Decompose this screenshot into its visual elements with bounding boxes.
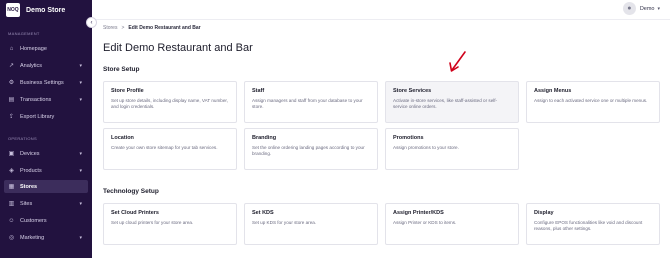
card-title: Promotions	[393, 135, 424, 141]
card-description: Set up store details, including display …	[111, 98, 228, 109]
staff-card[interactable]: Staff Assign managers and staff from you…	[244, 81, 378, 123]
card-description: Set up KDS for your store area.	[252, 220, 317, 225]
app-root: NOQ Demo Store MANAGEMENT ⌂ Homepage ↗ A…	[0, 0, 670, 258]
card-title: Set Cloud Printers	[111, 210, 159, 216]
card-title: Store Profile	[111, 88, 144, 94]
sidebar-item-transactions[interactable]: ▤ Transactions ▾	[4, 93, 88, 106]
transactions-icon: ▤	[8, 97, 15, 103]
card-description: Set up cloud printers for your store are…	[111, 220, 194, 225]
card-title: Staff	[252, 88, 265, 94]
card-title: Location	[111, 135, 134, 141]
sidebar-item-devices[interactable]: ▣ Devices ▾	[4, 147, 88, 160]
card-description: Assign Printer or KDS to items.	[393, 220, 457, 225]
management-label: MANAGEMENT	[8, 31, 40, 36]
location-card[interactable]: Location Create your own store sitemap f…	[103, 128, 237, 170]
card-description: Assign to each activated service one or …	[534, 98, 648, 103]
card-description: Configure EPOS functionalities like void…	[534, 220, 643, 231]
chevron-left-icon: ‹	[90, 19, 93, 26]
card-description: Assign promotions to your store.	[393, 145, 459, 150]
gear-icon: ⚙	[8, 80, 15, 86]
set-cloud-printers-card[interactable]: Set Cloud Printers Set up cloud printers…	[103, 203, 237, 245]
operations-label: OPERATIONS	[8, 136, 37, 141]
customers-icon: ☺	[8, 217, 15, 224]
chart-icon: ↗	[8, 63, 15, 69]
set-kds-card[interactable]: Set KDS Set up KDS for your store area.	[244, 203, 378, 245]
chevron-down-icon: ▾	[79, 62, 82, 69]
tag-icon: ◈	[9, 168, 14, 174]
store-icon: ▦	[8, 184, 15, 190]
page-title: Edit Demo Restaurant and Bar	[103, 42, 253, 54]
card-title: Display	[534, 210, 554, 216]
sidebar-item-business-settings[interactable]: ⚙ Business Settings ▾	[4, 76, 88, 89]
sidebar-item-stores[interactable]: ▦ Stores	[4, 180, 88, 193]
sites-icon: ▥	[8, 201, 15, 207]
card-description: Assign managers and staff from your data…	[252, 98, 363, 109]
card-title: Branding	[252, 135, 277, 141]
card-title: Store Services	[393, 88, 432, 94]
sidebar-item-label: Business Settings	[20, 79, 64, 86]
user-menu[interactable]: ● Demo ▾	[622, 2, 660, 15]
display-card[interactable]: Display Configure EPOS functionalities l…	[526, 203, 660, 245]
promotions-card[interactable]: Promotions Assign promotions to your sto…	[385, 128, 519, 170]
chevron-down-icon: ▾	[79, 167, 82, 174]
sidebar-item-analytics[interactable]: ↗ Analytics ▾	[4, 59, 88, 72]
sidebar-item-label: Products	[20, 167, 42, 174]
sidebar-item-label: Export Library	[20, 113, 55, 120]
sidebar-item-label: Homepage	[20, 45, 47, 52]
branding-card[interactable]: Branding Set the online ordering landing…	[244, 128, 378, 170]
store-services-card[interactable]: Store Services Activate in-store service…	[385, 81, 519, 123]
user-avatar-icon: ●	[622, 2, 636, 15]
technology-setup-heading: Technology Setup	[103, 188, 159, 195]
device-icon: ▣	[8, 151, 15, 157]
card-title: Assign Menus	[534, 88, 572, 94]
sidebar-item-label: Stores	[20, 183, 38, 190]
assign-printer-kds-card[interactable]: Assign Printer/KDS Assign Printer or KDS…	[385, 203, 519, 245]
sidebar-item-export-library[interactable]: ⇪ Export Library	[4, 110, 88, 123]
sidebar-item-customers[interactable]: ☺ Customers	[4, 214, 88, 227]
chevron-down-icon: ▾	[79, 200, 82, 207]
sidebar-item-label: Transactions	[20, 96, 52, 103]
header-divider	[92, 19, 670, 20]
brand[interactable]: NOQ Demo Store	[0, 0, 92, 20]
sidebar-item-label: Customers	[20, 217, 47, 224]
marketing-icon: ◎	[8, 235, 15, 241]
card-title: Set KDS	[252, 210, 274, 216]
breadcrumb-separator: >	[121, 25, 125, 31]
annotation-arrow-icon	[449, 51, 466, 72]
chevron-down-icon: ▾	[79, 150, 82, 157]
store-name: Demo Store	[26, 6, 66, 14]
breadcrumb: Stores > Edit Demo Restaurant and Bar	[103, 25, 201, 31]
brand-logo: NOQ	[6, 3, 20, 17]
chevron-down-icon: ▾	[657, 5, 660, 12]
sidebar-item-label: Marketing	[20, 234, 45, 241]
sidebar-item-homepage[interactable]: ⌂ Homepage	[4, 42, 88, 55]
card-description: Activate in-store services, like staff-a…	[393, 98, 498, 109]
export-icon: ⇪	[8, 114, 15, 120]
card-description: Create your own store sitemap for your t…	[111, 145, 218, 150]
card-description: Set the online ordering landing pages ac…	[252, 145, 365, 156]
assign-menus-card[interactable]: Assign Menus Assign to each activated se…	[526, 81, 660, 123]
sidebar-item-label: Analytics	[20, 62, 43, 69]
store-setup-heading: Store Setup	[103, 66, 140, 73]
sidebar-item-label: Sites	[20, 200, 33, 207]
collapse-sidebar-button[interactable]: ‹	[86, 17, 97, 28]
breadcrumb-stores-link[interactable]: Stores	[103, 25, 117, 31]
chevron-down-icon: ▾	[79, 79, 82, 86]
chevron-down-icon: ▾	[79, 96, 82, 103]
card-title: Assign Printer/KDS	[393, 210, 444, 216]
sidebar-item-products[interactable]: ◈ Products ▾	[4, 164, 88, 177]
sidebar-item-marketing[interactable]: ◎ Marketing ▾	[4, 231, 88, 244]
home-icon: ⌂	[9, 45, 14, 52]
sidebar-item-label: Devices	[20, 150, 40, 157]
store-profile-card[interactable]: Store Profile Set up store details, incl…	[103, 81, 237, 123]
chevron-down-icon: ▾	[79, 234, 82, 241]
user-name: Demo	[639, 5, 655, 12]
sidebar-item-sites[interactable]: ▥ Sites ▾	[4, 197, 88, 210]
sidebar: NOQ Demo Store MANAGEMENT ⌂ Homepage ↗ A…	[0, 0, 92, 258]
breadcrumb-current: Edit Demo Restaurant and Bar	[128, 25, 201, 31]
